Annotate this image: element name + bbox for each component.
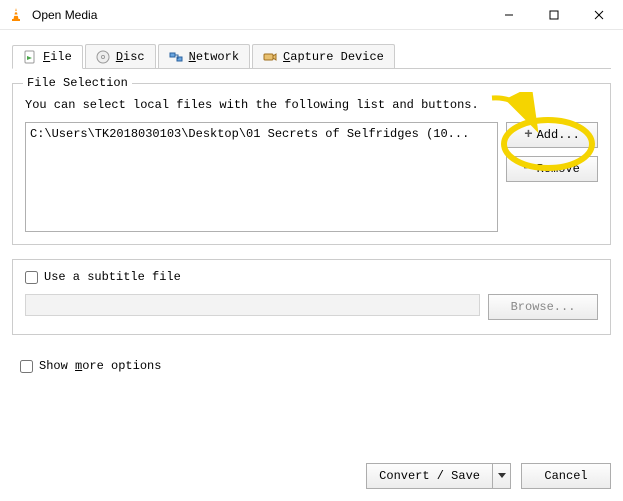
disc-icon xyxy=(96,50,110,64)
browse-button-label: Browse... xyxy=(511,300,576,314)
tab-file[interactable]: File xyxy=(12,45,83,69)
maximize-button[interactable] xyxy=(531,1,576,29)
tab-label: Network xyxy=(189,50,239,64)
file-selection-legend: File Selection xyxy=(23,76,132,90)
vlc-cone-icon xyxy=(8,7,24,23)
subtitle-group: Use a subtitle file Browse... xyxy=(12,259,611,335)
titlebar: Open Media xyxy=(0,0,623,30)
add-button-label: Add... xyxy=(537,128,580,142)
add-button[interactable]: + Add... xyxy=(506,122,598,148)
file-selection-group: File Selection You can select local file… xyxy=(12,83,611,245)
show-more-options-label: Show more options xyxy=(39,359,161,373)
use-subtitle-checkbox-input[interactable] xyxy=(25,271,38,284)
dropdown-arrow-icon[interactable] xyxy=(493,463,511,489)
plus-icon: + xyxy=(524,128,532,142)
file-icon xyxy=(23,50,37,64)
tab-capture[interactable]: Capture Device xyxy=(252,44,395,68)
browse-button: Browse... xyxy=(488,294,598,320)
file-list[interactable]: C:\Users\TK2018030103\Desktop\01 Secrets… xyxy=(25,122,498,232)
use-subtitle-checkbox[interactable]: Use a subtitle file xyxy=(25,270,598,284)
remove-button[interactable]: ━ Remove xyxy=(506,156,598,182)
convert-save-label: Convert / Save xyxy=(366,463,493,489)
remove-button-label: Remove xyxy=(537,162,580,176)
tab-network[interactable]: Network xyxy=(158,44,250,68)
use-subtitle-label: Use a subtitle file xyxy=(44,270,181,284)
show-more-options-input[interactable] xyxy=(20,360,33,373)
window-title: Open Media xyxy=(32,8,486,22)
convert-save-button[interactable]: Convert / Save xyxy=(366,463,511,489)
file-list-item[interactable]: C:\Users\TK2018030103\Desktop\01 Secrets… xyxy=(30,125,493,143)
tab-disc[interactable]: Disc xyxy=(85,44,156,68)
capture-icon xyxy=(263,50,277,64)
tab-label: Disc xyxy=(116,50,145,64)
network-icon xyxy=(169,50,183,64)
minus-icon: ━ xyxy=(524,162,532,176)
minimize-button[interactable] xyxy=(486,1,531,29)
cancel-button[interactable]: Cancel xyxy=(521,463,611,489)
tab-label: File xyxy=(43,50,72,64)
cancel-button-label: Cancel xyxy=(544,469,587,483)
subtitle-path-field xyxy=(25,294,480,316)
tab-label: Capture Device xyxy=(283,50,384,64)
dialog-button-bar: Convert / Save Cancel xyxy=(366,463,611,489)
show-more-options-checkbox[interactable]: Show more options xyxy=(20,359,611,373)
tab-bar: File Disc Network Capture Device xyxy=(12,44,611,69)
file-selection-hint: You can select local files with the foll… xyxy=(25,98,598,112)
close-button[interactable] xyxy=(576,1,621,29)
